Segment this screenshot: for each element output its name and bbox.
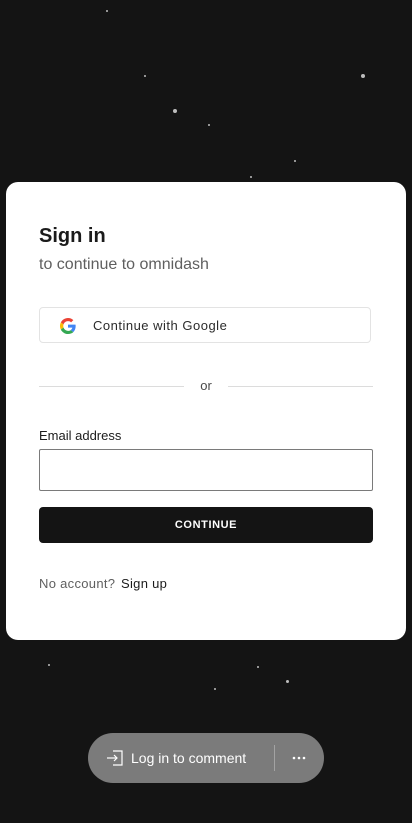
- star: [361, 74, 365, 78]
- log-in-to-comment-button[interactable]: Log in to comment: [88, 733, 274, 783]
- google-icon: [60, 318, 76, 334]
- star: [257, 666, 259, 668]
- continue-with-google-button[interactable]: Continue with Google: [39, 307, 371, 343]
- star: [48, 664, 50, 666]
- log-in-to-comment-label: Log in to comment: [131, 750, 247, 766]
- signin-subtitle: to continue to omnidash: [39, 256, 209, 273]
- sign-up-link[interactable]: Sign up: [121, 576, 167, 592]
- star: [214, 688, 216, 690]
- google-button-label: Continue with Google: [93, 318, 228, 333]
- star: [144, 75, 146, 77]
- comment-action-bar: Log in to comment: [88, 733, 324, 783]
- divider-line-right: [228, 386, 373, 387]
- signin-title: Sign in: [39, 225, 106, 247]
- login-icon: [107, 750, 123, 766]
- more-horizontal-icon: [292, 756, 306, 760]
- pill-divider: [274, 745, 275, 771]
- email-field[interactable]: [39, 449, 373, 491]
- divider-line-left: [39, 386, 184, 387]
- star: [286, 680, 289, 683]
- email-label: Email address: [39, 428, 122, 443]
- star: [250, 176, 252, 178]
- signin-card: Sign in to continue to omnidash Continue…: [6, 182, 406, 640]
- star: [173, 109, 177, 113]
- star: [106, 10, 108, 12]
- star: [294, 160, 296, 162]
- no-account-text: No account?: [39, 576, 116, 591]
- continue-button[interactable]: CONTINUE: [39, 507, 373, 543]
- star: [208, 124, 210, 126]
- divider-or-text: or: [200, 378, 212, 393]
- more-options-button[interactable]: [276, 733, 324, 783]
- page-background: Sign in to continue to omnidash Continue…: [0, 0, 412, 823]
